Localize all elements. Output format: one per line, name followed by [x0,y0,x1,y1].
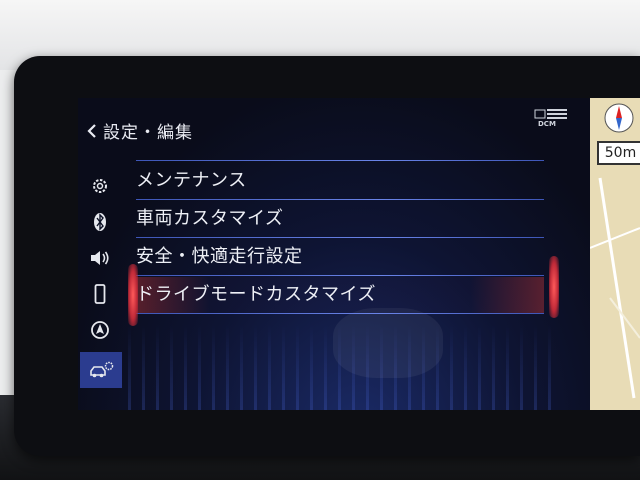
screen-reflection [333,308,443,378]
navigation-icon [91,321,109,339]
sidebar-item-general[interactable] [86,172,114,200]
map-scale: 50m [597,141,640,165]
compass-icon[interactable] [604,103,634,133]
sidebar-item-vehicle[interactable] [80,352,122,388]
selection-glow-right [549,256,559,318]
menu-divider [136,275,544,276]
back-header[interactable]: 設定・編集 [86,118,193,143]
sidebar-item-navigation[interactable] [86,316,114,344]
menu-item-safety-comfort[interactable]: 安全・快適走行設定 [136,239,544,275]
menu-item-vehicle-customize[interactable]: 車両カスタマイズ [136,201,544,237]
menu-divider [136,160,544,161]
bluetooth-icon [94,213,106,231]
gear-icon [93,179,107,193]
chevron-left-icon [87,123,96,138]
settings-screen: 設定・編集 DCM メンテナンス 車両カスタマイズ 安全・快適走行設定 ドライブ… [78,98,590,410]
phone-icon [94,284,106,304]
sidebar [78,168,122,410]
car-settings-icon [90,361,114,378]
sidebar-item-audio[interactable] [86,244,114,272]
menu-divider [136,237,544,238]
menu-divider [136,199,544,200]
sidebar-item-bluetooth[interactable] [86,208,114,236]
menu-divider [136,313,544,314]
menu-item-maintenance[interactable]: メンテナンス [136,163,544,199]
speaker-icon [91,251,109,265]
sidebar-item-phone[interactable] [86,280,114,308]
map-panel[interactable]: 50m [590,98,640,410]
dcm-label: DCM [538,120,556,128]
selection-glow-left [128,264,138,326]
menu-item-drive-mode-customize[interactable]: ドライブモードカスタマイズ [136,277,544,313]
page-title: 設定・編集 [103,123,193,143]
